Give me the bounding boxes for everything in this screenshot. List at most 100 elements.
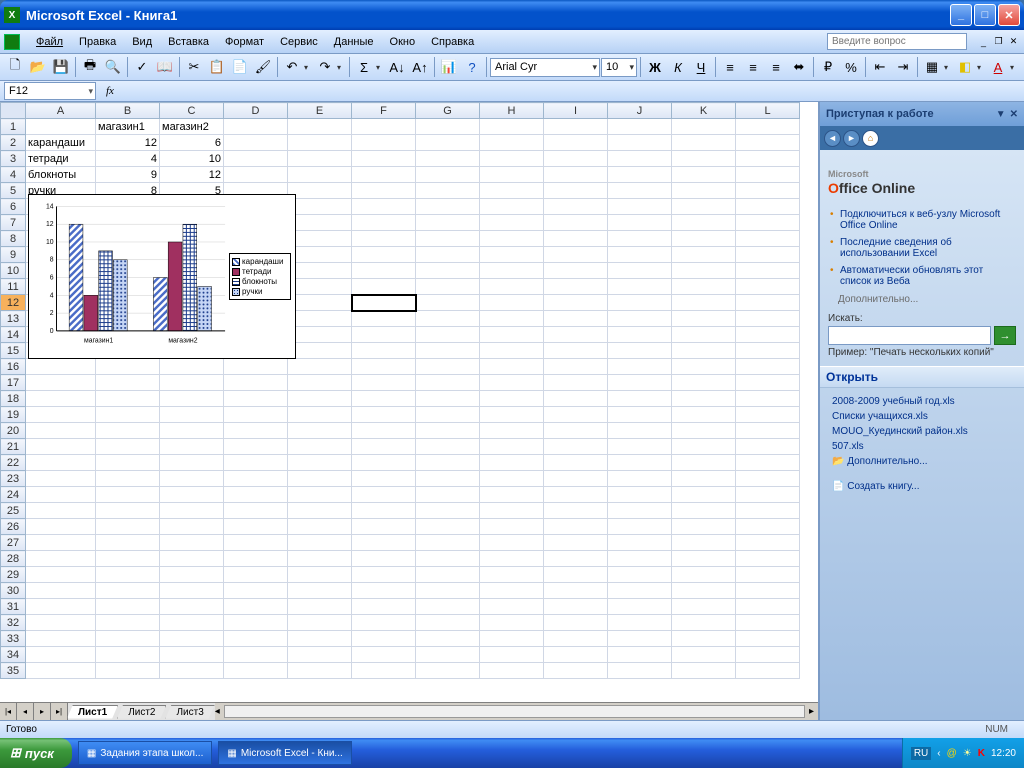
document-icon[interactable] xyxy=(4,34,20,50)
taskbar-item[interactable]: ▦ Задания этапа школ... xyxy=(78,741,212,765)
maximize-button[interactable]: □ xyxy=(974,4,996,26)
tab-nav-next[interactable]: ▸ xyxy=(34,703,51,720)
spreadsheet-grid[interactable]: A B C D E F G H I J K L 1магазин1магазин… xyxy=(0,102,800,679)
align-center-button[interactable]: ≡ xyxy=(742,56,764,78)
tray-icon[interactable]: ☀ xyxy=(963,748,972,759)
spellcheck-button[interactable]: ✓ xyxy=(131,56,153,78)
row-header[interactable]: 6 xyxy=(1,199,26,215)
menu-file[interactable]: Файл xyxy=(28,34,71,50)
font-size-combo[interactable]: 10 xyxy=(601,58,637,77)
system-tray[interactable]: RU ‹ @ ☀ K 12:20 xyxy=(902,738,1024,768)
row-header[interactable]: 12 xyxy=(1,295,26,311)
nav-forward-button[interactable]: ► xyxy=(843,130,860,147)
font-color-button[interactable]: А xyxy=(987,56,1009,78)
row-header[interactable]: 9 xyxy=(1,247,26,263)
merge-center-button[interactable]: ⬌ xyxy=(788,56,810,78)
doc-minimize-button[interactable]: _ xyxy=(977,35,990,48)
task-pane-link[interactable]: Подключиться к веб-узлу Microsoft Office… xyxy=(830,206,1016,234)
row-header[interactable]: 1 xyxy=(1,119,26,135)
col-header[interactable]: J xyxy=(608,103,672,119)
row-header[interactable]: 4 xyxy=(1,167,26,183)
active-cell[interactable] xyxy=(352,295,416,311)
start-button[interactable]: ⊞ пуск xyxy=(0,738,72,768)
name-box[interactable]: F12 xyxy=(4,82,96,100)
close-button[interactable]: ✕ xyxy=(998,4,1020,26)
row-header[interactable]: 7 xyxy=(1,215,26,231)
align-right-button[interactable]: ≡ xyxy=(765,56,787,78)
row-header[interactable]: 3 xyxy=(1,151,26,167)
col-header[interactable]: G xyxy=(416,103,480,119)
borders-button[interactable]: ▦ xyxy=(921,56,943,78)
col-header[interactable]: A xyxy=(26,103,96,119)
copy-button[interactable]: 📋 xyxy=(206,56,228,78)
help-search-input[interactable] xyxy=(827,33,967,50)
row-header[interactable]: 28 xyxy=(1,551,26,567)
row-header[interactable]: 20 xyxy=(1,423,26,439)
percent-button[interactable]: % xyxy=(840,56,862,78)
chart-wizard-button[interactable]: 📊 xyxy=(438,56,460,78)
task-pane-dropdown[interactable]: ▼ xyxy=(996,109,1006,120)
menu-tools[interactable]: Сервис xyxy=(272,34,326,50)
underline-button[interactable]: Ч xyxy=(690,56,712,78)
embedded-chart[interactable]: 02468101214магазин1магазин2 карандаши те… xyxy=(28,194,296,359)
fill-color-dropdown[interactable]: ▾ xyxy=(977,63,986,72)
col-header[interactable]: F xyxy=(352,103,416,119)
language-indicator[interactable]: RU xyxy=(911,747,931,760)
clock[interactable]: 12:20 xyxy=(991,748,1016,759)
task-pane-search-button[interactable]: → xyxy=(994,326,1016,345)
row-header[interactable]: 30 xyxy=(1,583,26,599)
col-header[interactable]: B xyxy=(96,103,160,119)
row-header[interactable]: 34 xyxy=(1,647,26,663)
row-header[interactable]: 11 xyxy=(1,279,26,295)
minimize-button[interactable]: _ xyxy=(950,4,972,26)
tray-icon[interactable]: @ xyxy=(947,748,957,759)
open-more-link[interactable]: Дополнительно... xyxy=(828,454,1016,469)
fx-icon[interactable]: fx xyxy=(106,85,114,97)
col-header[interactable]: E xyxy=(288,103,352,119)
menu-data[interactable]: Данные xyxy=(326,34,382,50)
row-header[interactable]: 10 xyxy=(1,263,26,279)
doc-close-button[interactable]: ✕ xyxy=(1007,35,1020,48)
row-header[interactable]: 32 xyxy=(1,615,26,631)
font-color-dropdown[interactable]: ▾ xyxy=(1010,63,1019,72)
row-header[interactable]: 27 xyxy=(1,535,26,551)
menu-help[interactable]: Справка xyxy=(423,34,482,50)
row-header[interactable]: 23 xyxy=(1,471,26,487)
row-header[interactable]: 16 xyxy=(1,359,26,375)
formula-input[interactable] xyxy=(124,82,1020,100)
task-pane-close[interactable]: ✕ xyxy=(1010,109,1018,120)
menu-window[interactable]: Окно xyxy=(382,34,424,50)
fill-color-button[interactable]: ◧ xyxy=(954,56,976,78)
print-preview-button[interactable]: 🔍 xyxy=(102,56,124,78)
menu-view[interactable]: Вид xyxy=(124,34,160,50)
menu-edit[interactable]: Правка xyxy=(71,34,124,50)
new-button[interactable]: 🗋 xyxy=(4,56,26,78)
col-header[interactable]: H xyxy=(480,103,544,119)
recent-file[interactable]: Списки учащихся.xls xyxy=(828,409,1016,424)
redo-button[interactable]: ↷ xyxy=(314,56,336,78)
open-button[interactable]: 📂 xyxy=(27,56,49,78)
research-button[interactable]: 📖 xyxy=(154,56,176,78)
task-pane-link[interactable]: Автоматически обновлять этот список из В… xyxy=(830,262,1016,290)
tray-icon[interactable]: ‹ xyxy=(937,748,940,759)
menu-format[interactable]: Формат xyxy=(217,34,272,50)
taskbar-item[interactable]: ▦ Microsoft Excel - Кни... xyxy=(218,741,351,765)
undo-dropdown[interactable]: ▾ xyxy=(304,63,313,72)
col-header[interactable]: C xyxy=(160,103,224,119)
cut-button[interactable]: ✂ xyxy=(183,56,205,78)
row-header[interactable]: 21 xyxy=(1,439,26,455)
help-button[interactable]: ? xyxy=(461,56,483,78)
format-painter-button[interactable]: 🖌 xyxy=(252,56,274,78)
row-header[interactable]: 14 xyxy=(1,327,26,343)
row-header[interactable]: 31 xyxy=(1,599,26,615)
bold-button[interactable]: Ж xyxy=(644,56,666,78)
row-header[interactable]: 33 xyxy=(1,631,26,647)
decrease-indent-button[interactable]: ⇤ xyxy=(869,56,891,78)
row-header[interactable]: 26 xyxy=(1,519,26,535)
row-header[interactable]: 17 xyxy=(1,375,26,391)
row-header[interactable]: 15 xyxy=(1,343,26,359)
row-header[interactable]: 5 xyxy=(1,183,26,199)
more-link[interactable]: Дополнительно... xyxy=(838,294,1016,305)
autosum-dropdown[interactable]: ▾ xyxy=(376,63,385,72)
autosum-button[interactable]: Σ xyxy=(353,56,375,78)
